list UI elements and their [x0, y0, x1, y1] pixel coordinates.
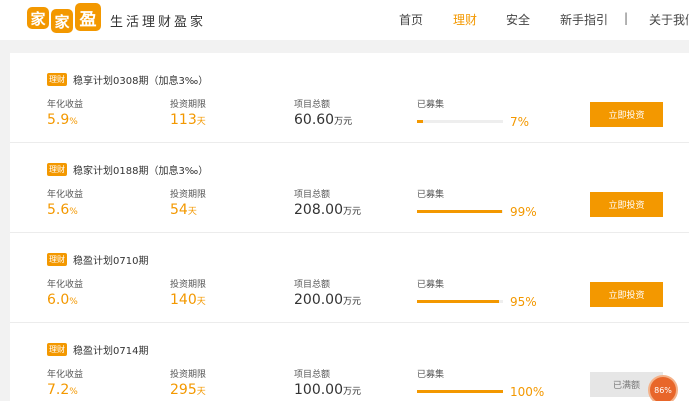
- product-list: 理财 稳享计划0308期（加息3‰） 年化收益 投资期限 项目总额 已募集 5.…: [10, 53, 689, 401]
- raised-percent: 100%: [510, 385, 545, 399]
- product-title[interactable]: 稳盈计划0714期: [73, 342, 148, 357]
- amount-label: 项目总额: [294, 100, 331, 110]
- nav-item-finance[interactable]: 理财: [453, 11, 477, 28]
- brand-slogan: 生活理财盈家: [110, 15, 207, 30]
- raised-progress-bar: [417, 120, 503, 123]
- logo-char-2: 家: [51, 9, 73, 33]
- period-value: 54天: [170, 202, 197, 218]
- rate-value: 5.9%: [47, 112, 78, 128]
- raised-progress-fill: [417, 390, 503, 393]
- rate-label: 年化收益: [47, 280, 84, 290]
- product-title[interactable]: 稳享计划0308期（加息3‰）: [73, 72, 208, 87]
- top-header: 家 家 盈 生活理财盈家 首页 理财 安全 新手指引 | 关于我们: [0, 0, 689, 40]
- raised-label: 已募集: [417, 190, 445, 200]
- rate-value: 6.0%: [47, 292, 78, 308]
- raised-label: 已募集: [417, 370, 445, 380]
- nav-item-guide[interactable]: 新手指引: [560, 11, 608, 28]
- period-value: 113天: [170, 112, 206, 128]
- raised-percent: 99%: [510, 205, 537, 219]
- nav-item-home[interactable]: 首页: [399, 11, 423, 28]
- rate-label: 年化收益: [47, 100, 84, 110]
- rate-value: 5.6%: [47, 202, 78, 218]
- product-title-row: 理财 稳享计划0308期（加息3‰）: [47, 72, 208, 87]
- raised-percent: 95%: [510, 295, 537, 309]
- product-tag: 理财: [47, 252, 67, 266]
- raised-progress-bar: [417, 210, 503, 213]
- product-card: 理财 稳享计划0308期（加息3‰） 年化收益 投资期限 项目总额 已募集 5.…: [10, 53, 689, 143]
- product-card: 理财 稳家计划0188期（加息3‰） 年化收益 投资期限 项目总额 已募集 5.…: [10, 143, 689, 233]
- period-label: 投资期限: [170, 190, 207, 200]
- raised-label: 已募集: [417, 100, 445, 110]
- nav-item-about[interactable]: 关于我们: [649, 11, 689, 28]
- invest-button[interactable]: 立即投资: [590, 192, 663, 217]
- product-title-row: 理财 稳家计划0188期（加息3‰）: [47, 162, 208, 177]
- period-value: 295天: [170, 382, 206, 398]
- rate-label: 年化收益: [47, 190, 84, 200]
- product-title-row: 理财 稳盈计划0710期: [47, 252, 148, 267]
- product-tag: 理财: [47, 342, 67, 356]
- raised-progress-fill: [417, 120, 424, 123]
- amount-label: 项目总额: [294, 370, 331, 380]
- raised-label: 已募集: [417, 280, 445, 290]
- raised-progress-fill: [417, 300, 499, 303]
- amount-value: 100.00万元: [294, 382, 362, 398]
- invest-button[interactable]: 立即投资: [590, 102, 663, 127]
- rate-value: 7.2%: [47, 382, 78, 398]
- nav-item-security[interactable]: 安全: [506, 11, 530, 28]
- amount-label: 项目总额: [294, 280, 331, 290]
- invest-button[interactable]: 立即投资: [590, 282, 663, 307]
- raised-progress-fill: [417, 210, 503, 213]
- raised-percent: 7%: [510, 115, 530, 129]
- raised-progress-bar: [417, 390, 503, 393]
- amount-label: 项目总额: [294, 190, 331, 200]
- period-label: 投资期限: [170, 370, 207, 380]
- product-title[interactable]: 稳盈计划0710期: [73, 252, 148, 267]
- product-card: 理财 稳盈计划0714期 年化收益 投资期限 项目总额 已募集 7.2% 295…: [10, 323, 689, 401]
- product-card: 理财 稳盈计划0710期 年化收益 投资期限 项目总额 已募集 6.0% 140…: [10, 233, 689, 323]
- product-title[interactable]: 稳家计划0188期（加息3‰）: [73, 162, 208, 177]
- nav-separator: |: [624, 11, 629, 25]
- product-tag: 理财: [47, 162, 67, 176]
- amount-value: 208.00万元: [294, 202, 362, 218]
- logo-char-1: 家: [27, 7, 49, 29]
- period-label: 投资期限: [170, 280, 207, 290]
- progress-badge[interactable]: 86%: [648, 375, 678, 401]
- period-label: 投资期限: [170, 100, 207, 110]
- period-value: 140天: [170, 292, 206, 308]
- brand-logo[interactable]: 家 家 盈: [27, 3, 103, 33]
- amount-value: 200.00万元: [294, 292, 362, 308]
- amount-value: 60.60万元: [294, 112, 353, 128]
- product-title-row: 理财 稳盈计划0714期: [47, 342, 148, 357]
- logo-char-3: 盈: [75, 3, 101, 31]
- product-tag: 理财: [47, 72, 67, 86]
- raised-progress-bar: [417, 300, 503, 303]
- rate-label: 年化收益: [47, 370, 84, 380]
